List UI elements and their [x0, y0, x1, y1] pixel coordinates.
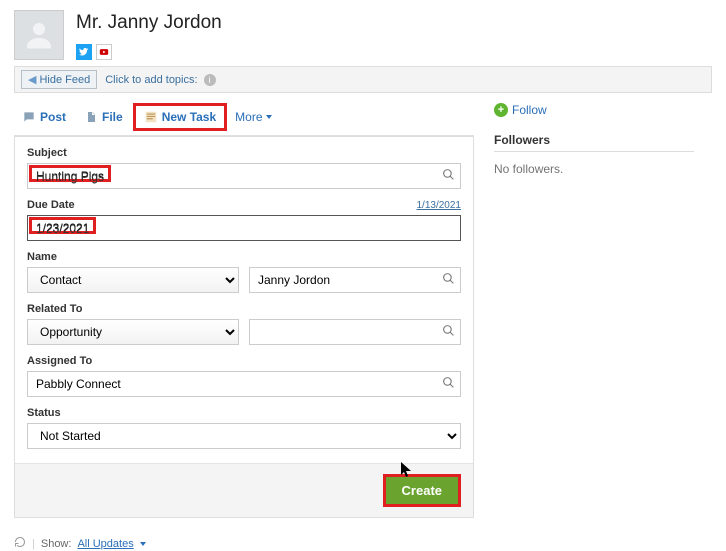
twitter-icon[interactable]	[76, 44, 92, 60]
chevron-down-icon	[140, 542, 146, 546]
show-label: Show:	[41, 538, 72, 550]
info-icon[interactable]: i	[204, 74, 216, 86]
publisher-tabs: Post File New Task More	[14, 103, 474, 136]
tab-post-label: Post	[40, 110, 66, 124]
new-task-form: Subject Hunting Pigs Due Date 1/13/2021 …	[14, 136, 474, 518]
avatar	[14, 10, 64, 60]
tab-file[interactable]: File	[76, 106, 131, 128]
hide-feed-label: Hide Feed	[39, 74, 90, 86]
topics-bar: ◀ Hide Feed Click to add topics: i	[14, 66, 712, 93]
youtube-icon[interactable]	[96, 44, 112, 60]
name-label: Name	[27, 251, 461, 263]
file-icon	[84, 110, 98, 124]
followers-heading: Followers	[494, 133, 694, 152]
followers-empty: No followers.	[494, 162, 694, 176]
add-topics-link[interactable]: Click to add topics:	[105, 74, 197, 86]
relatedto-type-select[interactable]: Opportunity	[27, 319, 239, 345]
duedate-hint[interactable]: 1/13/2021	[417, 200, 462, 211]
feed-filter: | Show: All Updates	[14, 536, 712, 551]
chevron-down-icon	[266, 115, 272, 119]
tab-file-label: File	[102, 110, 123, 124]
chat-icon	[22, 110, 36, 124]
name-input[interactable]	[249, 267, 461, 293]
create-button[interactable]: Create	[383, 474, 461, 507]
refresh-icon[interactable]	[14, 536, 26, 551]
tab-more-label: More	[235, 110, 262, 124]
plus-icon: +	[494, 103, 508, 117]
duedate-label: Due Date	[27, 199, 461, 211]
collapse-icon: ◀	[28, 73, 36, 86]
follow-button[interactable]: + Follow	[494, 103, 694, 117]
relatedto-input[interactable]	[249, 319, 461, 345]
hide-feed-button[interactable]: ◀ Hide Feed	[21, 70, 97, 89]
record-header: Mr. Janny Jordon	[0, 0, 726, 66]
assignedto-input[interactable]	[27, 371, 461, 397]
subject-label: Subject	[27, 147, 461, 159]
page-title: Mr. Janny Jordon	[76, 12, 222, 34]
task-icon	[144, 110, 158, 124]
relatedto-label: Related To	[27, 303, 461, 315]
tab-new-task[interactable]: New Task	[133, 103, 227, 131]
status-label: Status	[27, 407, 461, 419]
assignedto-label: Assigned To	[27, 355, 461, 367]
social-icons	[76, 44, 222, 60]
tab-new-task-label: New Task	[162, 110, 216, 124]
name-type-select[interactable]: Contact	[27, 267, 239, 293]
subject-highlight: Hunting Pigs	[29, 165, 111, 182]
follow-label: Follow	[512, 103, 547, 117]
tab-more[interactable]: More	[235, 110, 271, 124]
form-footer: Create	[15, 463, 473, 517]
all-updates-link[interactable]: All Updates	[77, 538, 133, 550]
status-select[interactable]: Not Started	[27, 423, 461, 449]
duedate-highlight: 1/23/2021	[29, 217, 96, 234]
cursor-icon	[401, 462, 413, 481]
tab-post[interactable]: Post	[14, 106, 74, 128]
